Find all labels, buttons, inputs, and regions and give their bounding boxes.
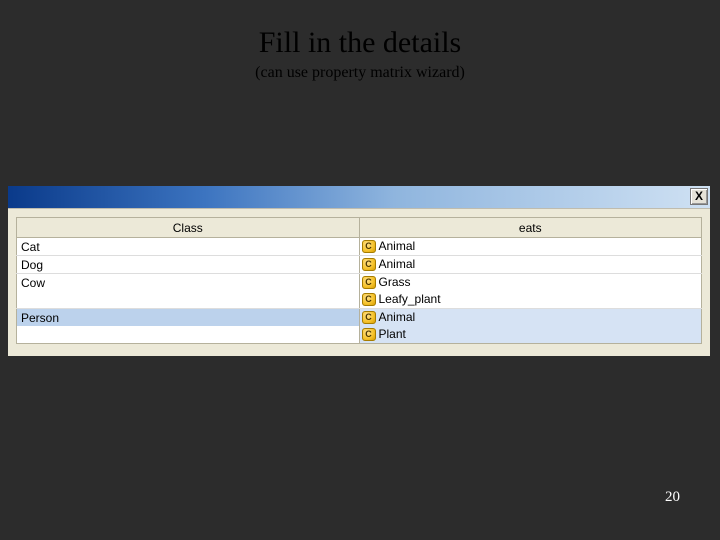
class-cell[interactable]: Person <box>17 309 359 326</box>
eats-label: Grass <box>379 276 411 289</box>
table-row[interactable]: Cat C Animal <box>17 238 702 256</box>
eats-item[interactable]: C Grass <box>360 274 702 291</box>
window-client-area: Class eats Cat C Animal Dog C Animal Cow C Grass… <box>8 208 710 356</box>
class-icon-letter: C <box>365 260 372 269</box>
eats-label: Animal <box>379 240 416 253</box>
class-cell[interactable]: Cat <box>17 238 359 255</box>
eats-item[interactable]: C Animal <box>360 309 702 326</box>
property-matrix-table: Class eats Cat C Animal Dog C Animal Cow C Grass… <box>16 217 702 344</box>
window-titlebar: X <box>8 186 710 208</box>
table-row[interactable]: Dog C Animal <box>17 256 702 274</box>
class-cell[interactable]: Dog <box>17 256 359 273</box>
class-icon-letter: C <box>365 295 372 304</box>
eats-item[interactable]: C Animal <box>360 256 702 273</box>
slide-subtitle: (can use property matrix wizard) <box>0 64 720 82</box>
eats-label: Animal <box>379 258 416 271</box>
column-header-eats[interactable]: eats <box>359 218 702 238</box>
eats-item[interactable]: C Leafy_plant <box>360 291 702 308</box>
class-icon: C <box>362 240 376 253</box>
class-icon: C <box>362 276 376 289</box>
eats-label: Leafy_plant <box>379 293 441 306</box>
class-icon: C <box>362 258 376 271</box>
eats-label: Animal <box>379 311 416 324</box>
class-icon-letter: C <box>365 278 372 287</box>
eats-item[interactable]: C Plant <box>360 326 702 343</box>
close-button[interactable]: X <box>690 188 708 205</box>
page-number: 20 <box>665 489 680 506</box>
class-icon-letter: C <box>365 242 372 251</box>
slide-title: Fill in the details <box>0 0 720 60</box>
class-icon: C <box>362 293 376 306</box>
class-cell[interactable]: Cow <box>17 274 359 291</box>
table-row[interactable]: Cow C Grass C Leafy_plant <box>17 274 702 309</box>
class-icon: C <box>362 328 376 341</box>
property-matrix-window: X Class eats Cat C Animal Dog C Animal Cow C Gra… <box>8 186 710 356</box>
class-icon: C <box>362 311 376 324</box>
table-row[interactable]: Person C Animal C Plant <box>17 309 702 344</box>
column-header-class[interactable]: Class <box>17 218 360 238</box>
class-icon-letter: C <box>365 313 372 322</box>
eats-item[interactable]: C Animal <box>360 238 702 255</box>
eats-label: Plant <box>379 328 406 341</box>
class-icon-letter: C <box>365 330 372 339</box>
